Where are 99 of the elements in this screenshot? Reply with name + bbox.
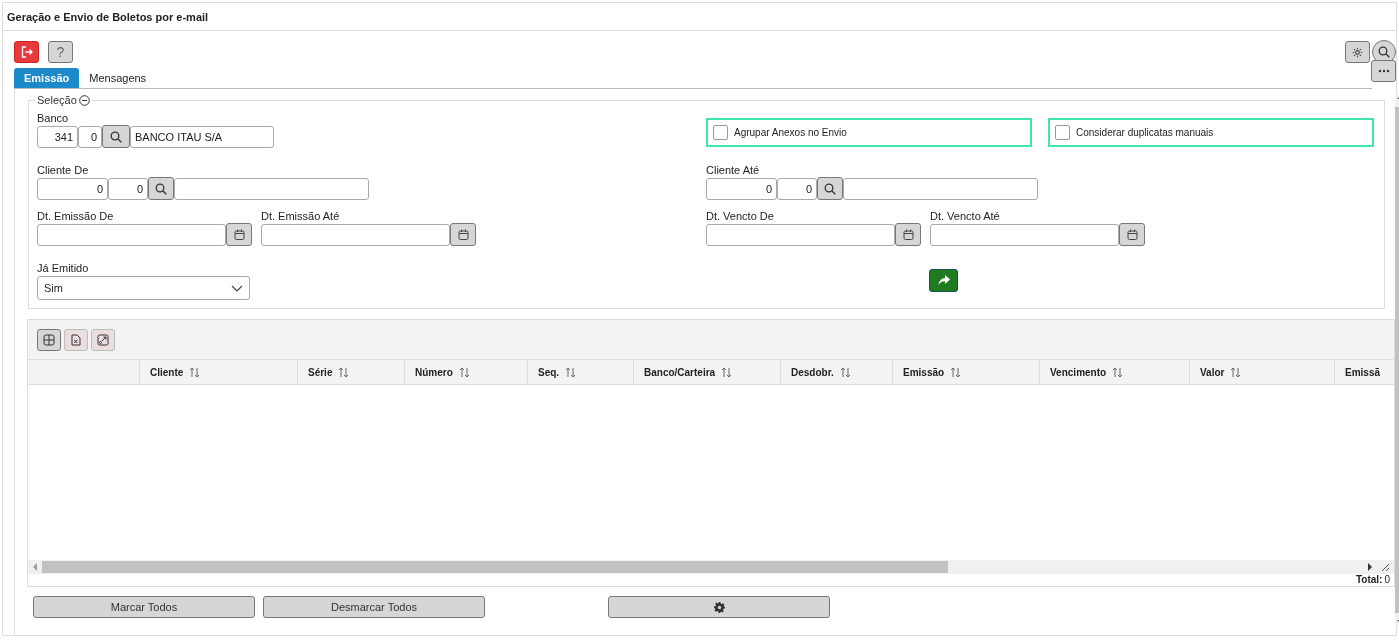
name-field[interactable] [843, 177, 1038, 200]
field-label: Banco [37, 112, 70, 125]
calendar-button[interactable] [895, 223, 921, 246]
column-header[interactable]: Emissão [892, 360, 1039, 384]
forward-button[interactable] [929, 269, 958, 292]
calendar-icon [233, 229, 245, 240]
search-icon [824, 182, 836, 195]
code-field[interactable]: 0 [108, 177, 148, 200]
window-title: Geração e Envio de Boletos por e-mail [3, 3, 1396, 31]
sort-icon [338, 366, 350, 378]
calendar-button[interactable] [450, 223, 476, 246]
column-title: Emissã [1345, 366, 1381, 378]
grid-view-button[interactable] [37, 328, 61, 351]
tab[interactable]: Mensagens [79, 68, 157, 88]
settings-button[interactable] [1345, 41, 1370, 63]
calendar-button[interactable] [1119, 223, 1145, 246]
search-button[interactable] [148, 177, 174, 200]
exit-icon [20, 46, 33, 58]
total-label: Total: [1355, 574, 1383, 586]
calendar-icon [902, 229, 914, 240]
action-button[interactable]: Desmarcar Todos [263, 596, 485, 618]
field-label: Já Emitido [37, 262, 90, 275]
action-button[interactable]: Marcar Todos [33, 596, 255, 618]
field-label: Cliente Até [706, 164, 761, 177]
collapse-toggle[interactable] [78, 94, 90, 106]
field-label: Dt. Vencto Até [930, 210, 1001, 223]
field-label: Cliente De [37, 164, 90, 177]
search-icon [155, 182, 167, 195]
field-label: Dt. Emissão Até [261, 210, 341, 223]
column-title: Cliente [150, 366, 184, 378]
help-button[interactable]: ? [48, 41, 73, 63]
search-icon [110, 130, 122, 143]
search-icon [1378, 46, 1390, 58]
export-button[interactable] [64, 328, 88, 351]
checkbox[interactable] [1055, 125, 1070, 140]
date-field[interactable] [37, 223, 226, 246]
sort-icon [1230, 366, 1242, 378]
expand-icon [97, 333, 109, 346]
calendar-icon [457, 229, 469, 240]
more-button[interactable] [1371, 60, 1396, 82]
column-title: Número [415, 366, 453, 378]
date-field[interactable] [930, 223, 1119, 246]
field-label: Dt. Emissão De [37, 210, 115, 223]
search-button[interactable] [817, 177, 843, 200]
sort-icon [950, 366, 962, 378]
column-title: Desdobr. [791, 366, 834, 378]
name-field[interactable] [174, 177, 369, 200]
column-title: Valor [1200, 366, 1225, 378]
dropdown[interactable]: Sim [37, 276, 250, 300]
column-header[interactable]: Desdobr. [780, 360, 892, 384]
tab[interactable]: Emissão [14, 68, 80, 88]
column-title: Emissão [903, 366, 945, 378]
total-value: 0 [1384, 574, 1390, 586]
forward-arrow-icon [937, 275, 950, 286]
date-field[interactable] [706, 223, 895, 246]
spreadsheet-file-icon [71, 333, 81, 346]
column-header[interactable]: Emissã [1334, 360, 1394, 384]
more-icon [1377, 69, 1390, 73]
grid-icon [43, 333, 55, 346]
horizontal-scrollbar[interactable] [28, 560, 1394, 574]
field-label: Dt. Vencto De [706, 210, 775, 223]
settings-icon [1352, 46, 1363, 58]
column-header[interactable]: Seq. [527, 360, 633, 384]
name-field[interactable]: BANCO ITAU S/A [130, 125, 274, 148]
sort-icon [458, 366, 470, 378]
chevron-down-icon [231, 284, 243, 292]
calendar-button[interactable] [226, 223, 252, 246]
sort-icon [1112, 366, 1124, 378]
column-header[interactable]: Cliente [139, 360, 297, 384]
settings-button[interactable] [608, 596, 830, 618]
sort-icon [189, 366, 201, 378]
sort-icon [565, 366, 577, 378]
date-field[interactable] [261, 223, 450, 246]
column-header[interactable]: Número [404, 360, 527, 384]
exit-button[interactable] [14, 41, 39, 63]
code-field[interactable]: 0 [37, 177, 108, 200]
expand-button[interactable] [91, 328, 115, 351]
resize-handle-icon[interactable] [1381, 562, 1390, 572]
calendar-icon [1126, 229, 1138, 240]
sort-icon [839, 366, 851, 378]
sort-icon [721, 366, 733, 378]
checkbox-option[interactable]: Considerar duplicatas manuais [1048, 118, 1374, 147]
checkbox[interactable] [713, 125, 728, 140]
column-header[interactable]: Série [297, 360, 404, 384]
section-legend: Seleção [37, 94, 77, 106]
column-title: Série [308, 366, 333, 378]
checkbox-option[interactable]: Agrupar Anexos no Envio [706, 118, 1032, 147]
column-title: Banco/Carteira [644, 366, 716, 378]
code-field[interactable]: 0 [777, 177, 817, 200]
code-field[interactable]: 0 [706, 177, 777, 200]
column-header[interactable]: Valor [1189, 360, 1334, 384]
search-button[interactable] [102, 125, 130, 148]
gear-icon [713, 601, 725, 613]
column-title: Seq. [538, 366, 560, 378]
column-title: Vencimento [1050, 366, 1107, 378]
column-header[interactable]: Banco/Carteira [633, 360, 780, 384]
column-header[interactable]: Vencimento [1039, 360, 1189, 384]
code-field[interactable]: 341 [37, 125, 78, 148]
code-field[interactable]: 0 [78, 125, 102, 148]
